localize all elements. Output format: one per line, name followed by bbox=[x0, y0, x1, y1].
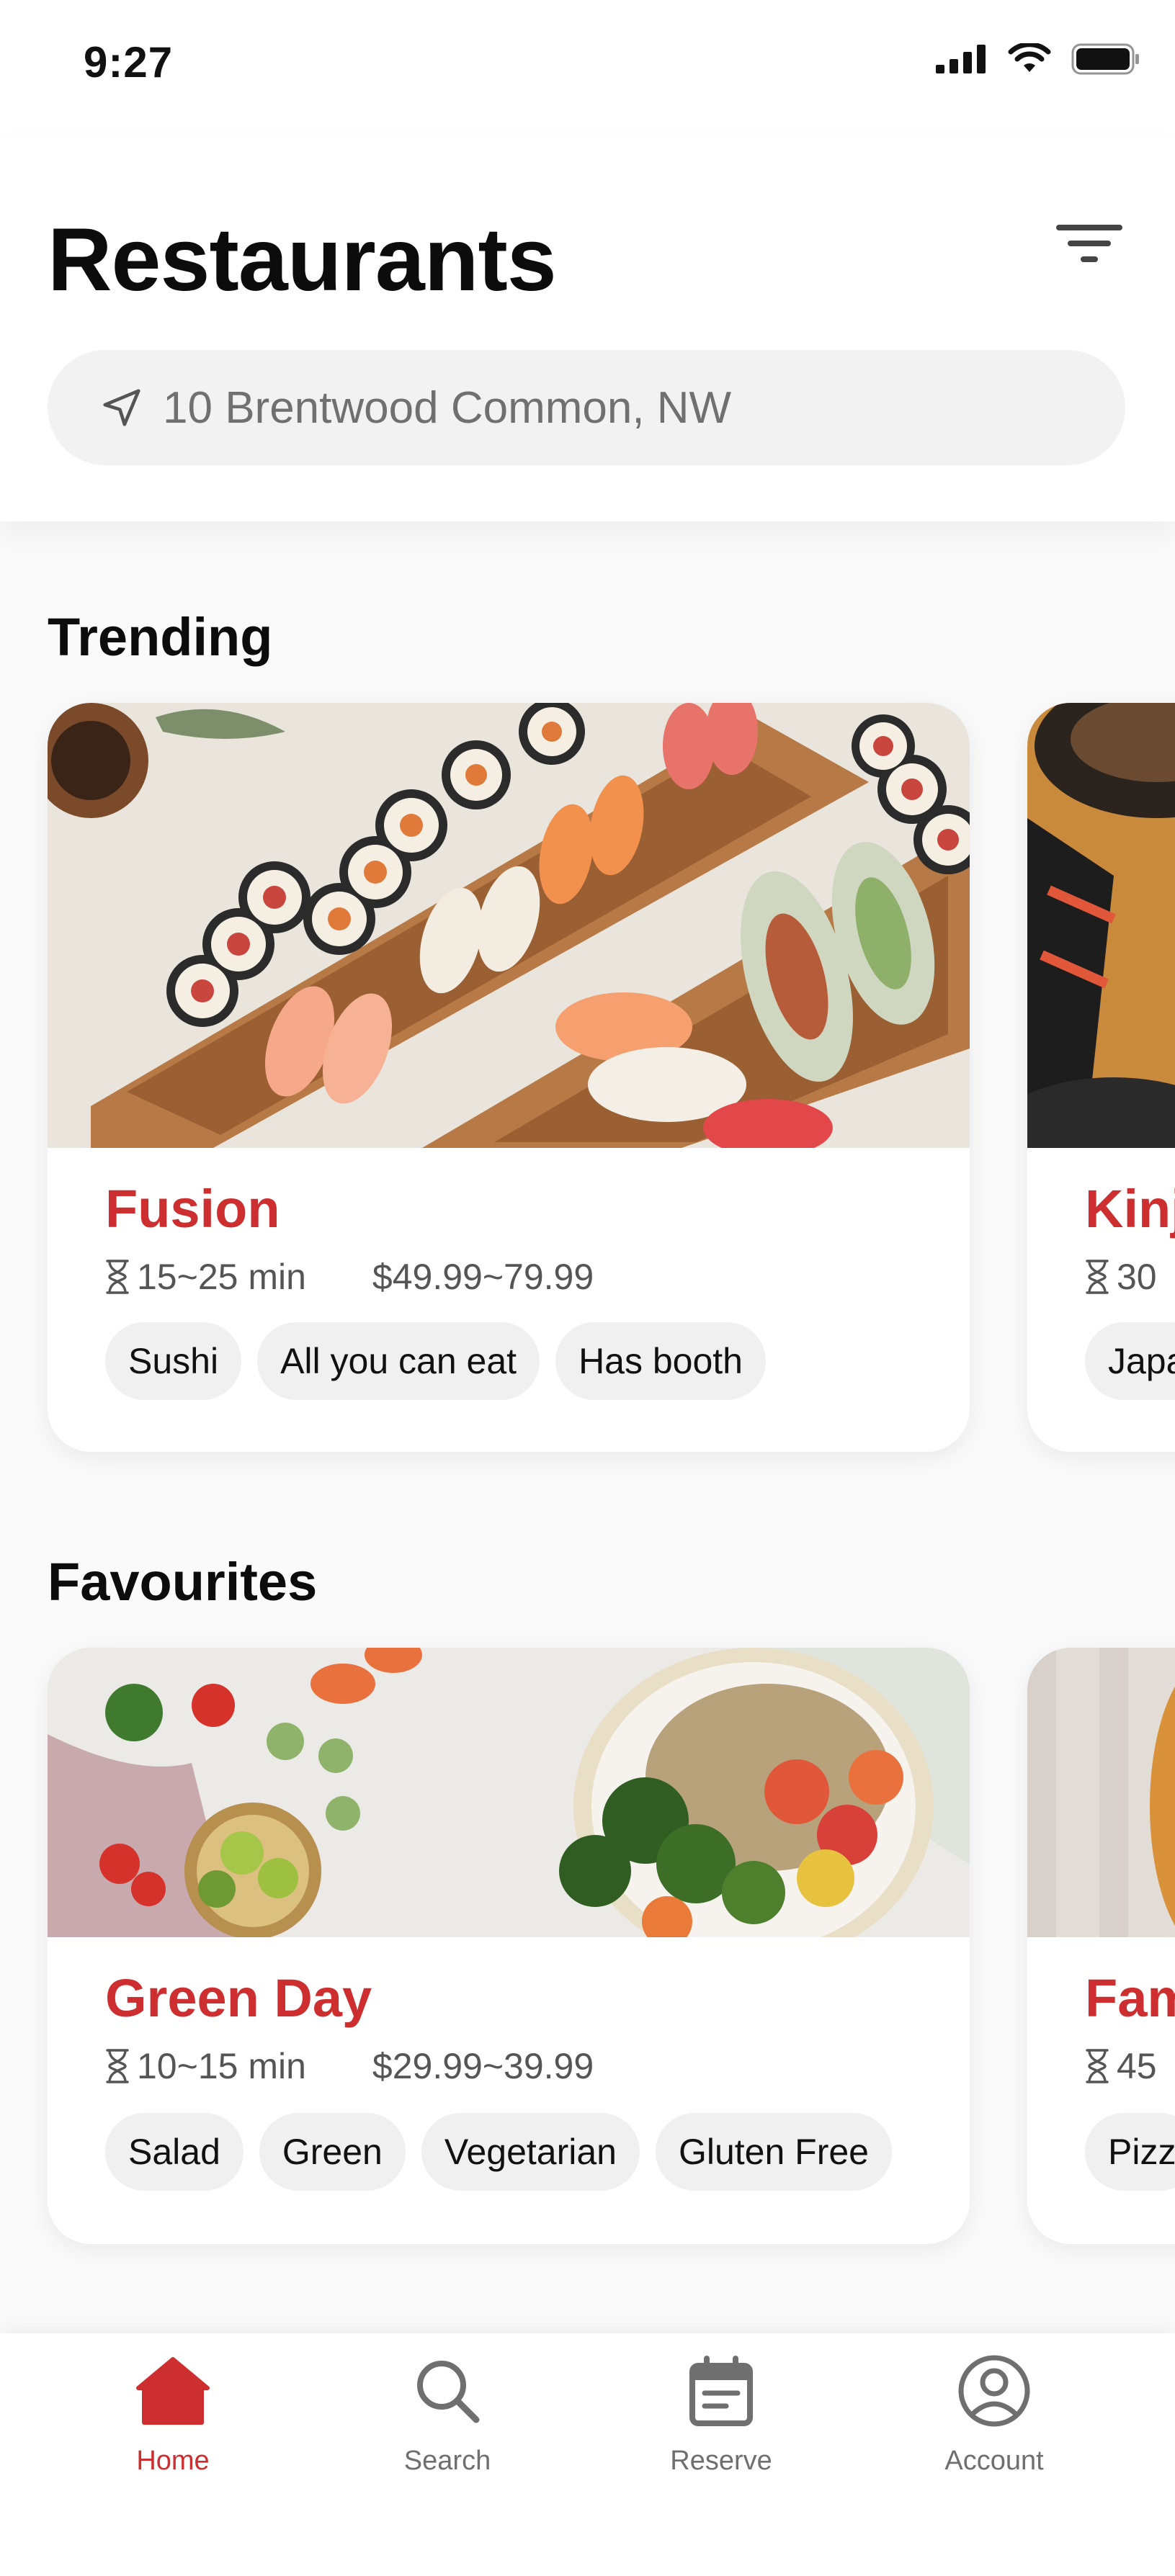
hourglass-icon bbox=[106, 1260, 129, 1294]
tag-chip[interactable]: Pizz bbox=[1085, 2113, 1175, 2191]
tag-list: Sushi All you can eat Has booth bbox=[105, 1322, 766, 1400]
tag-list: Salad Green Vegetarian Gluten Free bbox=[105, 2113, 892, 2191]
restaurant-photo-salad bbox=[48, 1648, 970, 1937]
wait-time: 30 bbox=[1085, 1256, 1157, 1298]
restaurant-card-fusion[interactable]: Fusion 15~25 min $49.99~79.99 Sushi All … bbox=[48, 703, 970, 1452]
status-icons bbox=[936, 43, 1140, 75]
wait-time: 45 bbox=[1085, 2045, 1157, 2087]
hourglass-icon bbox=[1086, 2049, 1109, 2083]
tab-label: Home bbox=[136, 2446, 210, 2476]
navigation-arrow-icon bbox=[103, 389, 140, 426]
search-icon bbox=[413, 2351, 482, 2431]
tag-chip[interactable]: Vegetarian bbox=[421, 2113, 640, 2191]
restaurant-photo-ramen bbox=[1027, 703, 1175, 1148]
price-text: $29.99~39.99 bbox=[372, 2046, 594, 2086]
restaurant-name: Green Day bbox=[105, 1968, 372, 2028]
price-range: $49.99~79.99 bbox=[372, 1256, 594, 1298]
restaurant-name: Fam bbox=[1085, 1968, 1175, 2028]
tab-label: Account bbox=[944, 2446, 1044, 2476]
restaurant-photo-pizza bbox=[1027, 1648, 1175, 1937]
tab-label: Search bbox=[403, 2446, 491, 2476]
page-title: Restaurants bbox=[48, 210, 557, 310]
tag-chip[interactable]: Gluten Free bbox=[655, 2113, 892, 2191]
section-title-trending: Trending bbox=[48, 607, 273, 667]
wait-time-text: 15~25 min bbox=[137, 1257, 306, 1297]
user-circle-icon bbox=[957, 2351, 1032, 2431]
wait-time-text: 10~15 min bbox=[137, 2046, 306, 2086]
restaurant-name: Fusion bbox=[105, 1179, 280, 1239]
restaurant-meta: 10~15 min $29.99~39.99 bbox=[105, 2045, 660, 2087]
status-bar: 9:27 bbox=[0, 0, 1175, 137]
filter-button[interactable] bbox=[1053, 216, 1125, 274]
tag-chip[interactable]: Green bbox=[259, 2113, 406, 2191]
restaurant-name: Kinj bbox=[1085, 1179, 1175, 1239]
price-text: $49.99~79.99 bbox=[372, 1257, 594, 1297]
wait-time-text: 30 bbox=[1117, 1257, 1157, 1297]
tab-account[interactable]: Account bbox=[886, 2351, 1102, 2509]
restaurant-card-fam[interactable]: Fam 45 Pizz bbox=[1027, 1648, 1175, 2244]
location-field[interactable] bbox=[48, 350, 1125, 465]
restaurant-photo-sushi bbox=[48, 703, 970, 1148]
section-title-favourites: Favourites bbox=[48, 1552, 318, 1612]
restaurant-card-kinj[interactable]: Kinj 30 Japa bbox=[1027, 703, 1175, 1452]
tag-chip[interactable]: Has booth bbox=[555, 1322, 766, 1400]
wait-time: 15~25 min bbox=[105, 1256, 306, 1298]
tab-label: Reserve bbox=[670, 2446, 772, 2476]
content-area: Trending Fusion 15~25 min $49.99~79.99 S… bbox=[0, 521, 1175, 2333]
tab-home[interactable]: Home bbox=[65, 2351, 281, 2509]
wait-time-text: 45 bbox=[1117, 2046, 1157, 2086]
tag-list: Japa bbox=[1085, 1322, 1175, 1400]
hourglass-icon bbox=[1086, 1260, 1109, 1294]
header: Restaurants bbox=[0, 137, 1175, 521]
tag-chip[interactable]: Japa bbox=[1085, 1322, 1175, 1400]
battery-icon bbox=[1071, 43, 1139, 75]
restaurant-meta: 45 bbox=[1085, 2045, 1175, 2087]
hourglass-icon bbox=[106, 2049, 129, 2083]
tag-chip[interactable]: Salad bbox=[105, 2113, 244, 2191]
restaurant-card-green-day[interactable]: Green Day 10~15 min $29.99~39.99 Salad G… bbox=[48, 1648, 970, 2244]
tag-list: Pizz bbox=[1085, 2113, 1175, 2191]
location-input[interactable] bbox=[163, 382, 1027, 434]
tab-search[interactable]: Search bbox=[339, 2351, 555, 2509]
calendar-icon bbox=[689, 2351, 754, 2431]
tag-chip[interactable]: Sushi bbox=[105, 1322, 242, 1400]
tab-reserve[interactable]: Reserve bbox=[613, 2351, 829, 2509]
price-range: $29.99~39.99 bbox=[372, 2045, 594, 2087]
wait-time: 10~15 min bbox=[105, 2045, 306, 2087]
restaurant-meta: 30 bbox=[1085, 1256, 1175, 1298]
restaurant-meta: 15~25 min $49.99~79.99 bbox=[105, 1256, 660, 1298]
tab-bar: Home Search Reserve Account bbox=[0, 2333, 1175, 2576]
status-time: 9:27 bbox=[84, 38, 174, 86]
cellular-signal-icon bbox=[936, 45, 986, 73]
wifi-icon bbox=[1008, 43, 1051, 72]
tag-chip[interactable]: All you can eat bbox=[257, 1322, 540, 1400]
app-screen: 9:27 Restaurants 10 Brentwood Common, NW… bbox=[0, 0, 1175, 2576]
home-icon bbox=[135, 2351, 210, 2431]
